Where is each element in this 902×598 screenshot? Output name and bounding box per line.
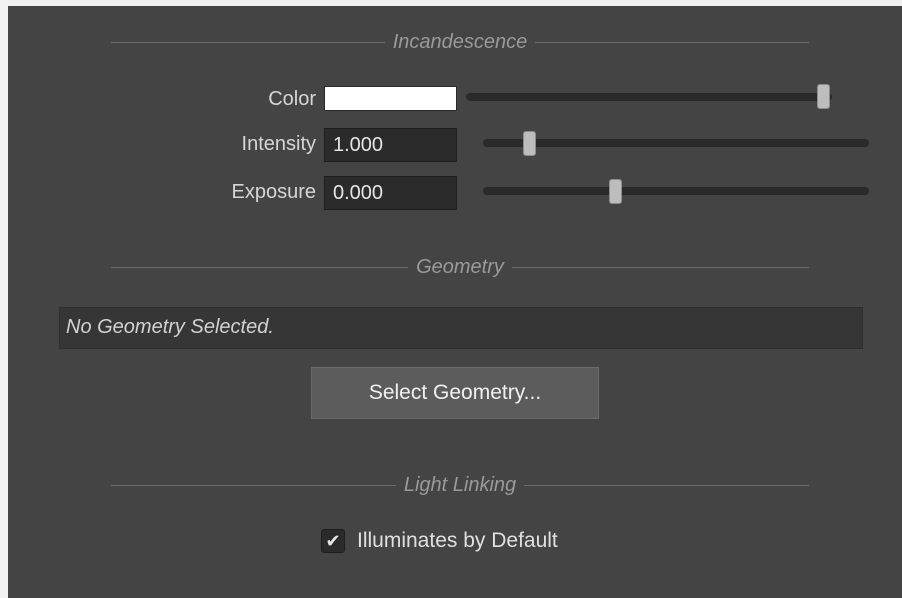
divider-line [511, 266, 809, 268]
light-linking-section-title: Light Linking [403, 473, 517, 496]
incandescence-section-header: Incandescence [111, 30, 810, 53]
divider-line [111, 266, 409, 268]
color-slider-handle[interactable] [817, 84, 830, 109]
select-geometry-button[interactable]: Select Geometry... [311, 367, 599, 419]
divider-line [111, 484, 396, 486]
color-swatch[interactable] [324, 86, 457, 111]
color-slider-track[interactable] [466, 93, 832, 101]
light-linking-section-header: Light Linking [111, 473, 809, 496]
intensity-slider-track[interactable] [483, 139, 869, 147]
geometry-section-header: Geometry [111, 255, 809, 278]
divider-line [535, 41, 810, 43]
exposure-slider-track[interactable] [483, 187, 869, 195]
divider-line [524, 484, 809, 486]
exposure-slider-handle[interactable] [609, 179, 622, 204]
incandescence-section-title: Incandescence [392, 30, 528, 53]
illuminates-by-default-label[interactable]: Illuminates by Default [357, 528, 558, 554]
light-attributes-panel: Incandescence Color Intensity 1.000 Expo… [8, 6, 902, 598]
intensity-slider-handle[interactable] [523, 131, 536, 156]
intensity-label: Intensity [241, 133, 316, 155]
divider-line [111, 41, 385, 43]
exposure-field[interactable]: 0.000 [324, 176, 457, 210]
illuminates-by-default-checkbox[interactable]: ✔ [321, 529, 345, 553]
color-label: Color [268, 88, 316, 110]
geometry-status-field: No Geometry Selected. [59, 307, 863, 349]
checkmark-icon: ✔ [325, 531, 341, 551]
geometry-section-title: Geometry [416, 255, 504, 278]
intensity-field[interactable]: 1.000 [324, 128, 457, 162]
exposure-label: Exposure [231, 181, 317, 203]
